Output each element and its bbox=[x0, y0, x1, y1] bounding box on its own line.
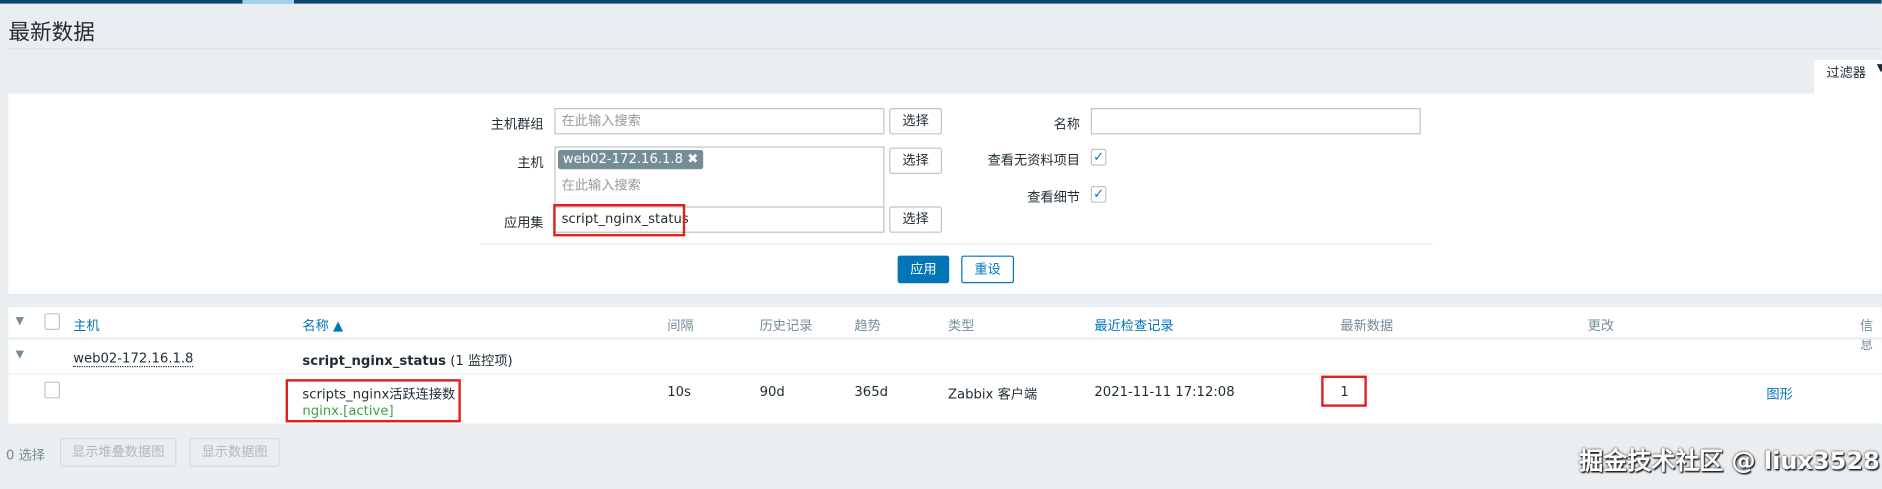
item-last-check: 2021-11-11 17:12:08 bbox=[1094, 384, 1235, 400]
column-last-value: 最新数据 bbox=[1340, 318, 1394, 334]
group-host-link[interactable]: web02-172.16.1.8 bbox=[73, 350, 194, 368]
show-details-label: 查看细节 bbox=[1027, 189, 1080, 206]
column-interval: 间隔 bbox=[667, 318, 694, 334]
application-select-button[interactable]: 选择 bbox=[889, 206, 943, 233]
column-last-check[interactable]: 最近检查记录 bbox=[1094, 316, 1173, 335]
host-tag: web02-172.16.1.8 ✖ bbox=[558, 150, 704, 170]
name-input[interactable] bbox=[1090, 108, 1421, 135]
group-app-name: script_nginx_status bbox=[302, 352, 447, 369]
selected-count: 0 选择 bbox=[6, 447, 45, 464]
column-type: 类型 bbox=[948, 318, 975, 334]
highlight-box bbox=[553, 204, 686, 237]
host-select-button[interactable]: 选择 bbox=[889, 147, 943, 174]
remove-tag-icon[interactable]: ✖ bbox=[687, 151, 698, 167]
divider bbox=[8, 337, 1882, 340]
host-group-select-button[interactable]: 选择 bbox=[889, 108, 943, 135]
host-tag-label: web02-172.16.1.8 bbox=[562, 151, 684, 167]
host-label: 主机 bbox=[517, 154, 544, 171]
reset-button[interactable]: 重设 bbox=[961, 255, 1015, 284]
divider bbox=[8, 373, 1882, 375]
watermark: 掘金技术社区 @ liux3528 bbox=[1579, 446, 1880, 476]
divider bbox=[8, 48, 1882, 50]
graph-button[interactable]: 显示数据图 bbox=[189, 438, 280, 467]
column-trends: 趋势 bbox=[854, 318, 881, 334]
show-no-data-checkbox[interactable]: ✓ bbox=[1090, 148, 1107, 166]
name-label: 名称 bbox=[1053, 116, 1080, 132]
item-type: Zabbix 客户端 bbox=[948, 386, 1038, 403]
select-all-checkbox[interactable] bbox=[44, 313, 61, 330]
column-history: 历史记录 bbox=[759, 318, 813, 334]
filter-toggle-icon[interactable]: ▼ bbox=[1877, 62, 1882, 74]
host-search-placeholder[interactable]: 在此输入搜索 bbox=[562, 175, 641, 194]
page-title: 最新数据 bbox=[8, 20, 95, 46]
highlight-box bbox=[1321, 375, 1367, 407]
group-item-count: (1 监控项) bbox=[450, 352, 513, 369]
host-group-input[interactable]: 在此输入搜索 bbox=[554, 108, 885, 135]
divider bbox=[480, 243, 1433, 245]
item-history: 90d bbox=[759, 384, 785, 400]
item-trends: 365d bbox=[854, 384, 888, 400]
column-name[interactable]: 名称 ▲ bbox=[302, 316, 343, 335]
application-label: 应用集 bbox=[504, 214, 544, 231]
show-no-data-label: 查看无资料项目 bbox=[987, 152, 1080, 168]
item-interval: 10s bbox=[667, 384, 691, 400]
apply-button[interactable]: 应用 bbox=[897, 255, 950, 284]
host-group-label: 主机群组 bbox=[490, 116, 544, 132]
filter-tab[interactable]: 过滤器 bbox=[1814, 60, 1882, 94]
column-info: 信息 bbox=[1860, 318, 1874, 353]
active-nav-indicator bbox=[242, 0, 294, 4]
highlight-box bbox=[285, 379, 461, 423]
collapse-group-icon[interactable]: ▼ bbox=[16, 349, 24, 361]
show-details-checkbox[interactable]: ✓ bbox=[1090, 186, 1107, 203]
column-change: 更改 bbox=[1587, 318, 1615, 334]
row-checkbox[interactable] bbox=[44, 381, 61, 399]
collapse-all-icon[interactable]: ▼ bbox=[16, 316, 24, 328]
graph-link[interactable]: 图形 bbox=[1766, 384, 1792, 403]
column-host[interactable]: 主机 bbox=[73, 316, 99, 335]
stacked-graph-button[interactable]: 显示堆叠数据图 bbox=[60, 438, 177, 467]
group-app: script_nginx_status (1 监控项) bbox=[302, 350, 512, 369]
